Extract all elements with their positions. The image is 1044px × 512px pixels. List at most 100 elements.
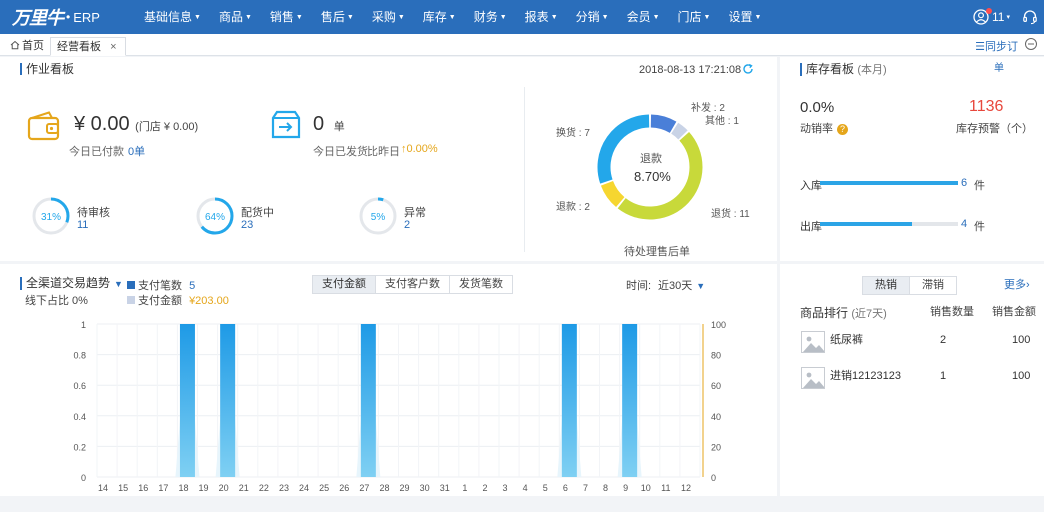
shipped-count-value: 0 bbox=[313, 113, 325, 135]
y-right-tick: 60 bbox=[711, 381, 721, 391]
tab-home[interactable]: 首页 bbox=[4, 37, 50, 56]
metric-pay-amount[interactable]: 支付金额 bbox=[313, 276, 376, 293]
user-count: 11 bbox=[992, 10, 1005, 24]
shipped-unit: 单 bbox=[333, 121, 345, 133]
tab-menu-icon[interactable] bbox=[1024, 37, 1038, 51]
ring-label: 异常 bbox=[404, 207, 426, 219]
image-placeholder-icon bbox=[801, 367, 825, 389]
bar-20[interactable] bbox=[220, 324, 236, 477]
ring-percent: 31% bbox=[41, 212, 61, 223]
nav-item-2[interactable]: 销售 ▼ bbox=[261, 0, 312, 34]
nav-item-1[interactable]: 商品 ▼ bbox=[210, 0, 261, 34]
nav-item-9[interactable]: 会员 ▼ bbox=[618, 0, 669, 34]
headset-icon[interactable] bbox=[1022, 9, 1038, 25]
nav-item-4[interactable]: 采购 ▼ bbox=[363, 0, 414, 34]
bar-27[interactable] bbox=[360, 324, 376, 477]
donut-caption: 待处理售后单 bbox=[624, 246, 690, 258]
nav-item-6[interactable]: 财务 ▼ bbox=[465, 0, 516, 34]
product-qty: 2 bbox=[940, 334, 947, 346]
ring-percent: 64% bbox=[205, 212, 225, 223]
ring-count[interactable]: 2 bbox=[404, 219, 410, 231]
col-amount: 销售金额 bbox=[992, 306, 1036, 318]
tab-slow[interactable]: 滞销 bbox=[910, 277, 956, 294]
rank-title-sub: (近7天) bbox=[851, 308, 887, 320]
legend-label: 支付笔数 bbox=[138, 280, 182, 292]
product-name[interactable]: 纸尿裤 bbox=[830, 331, 863, 347]
stock-in-fill bbox=[820, 181, 958, 185]
x-tick: 19 bbox=[199, 483, 209, 493]
x-tick: 8 bbox=[603, 483, 608, 493]
donut-center-label: 退款 bbox=[640, 153, 662, 165]
user-menu[interactable]: 11 ▾ bbox=[973, 8, 1010, 25]
donut-label-其他: 其他 : 1 bbox=[705, 116, 739, 127]
stock-board-title-text: 库存看板 bbox=[806, 62, 855, 76]
donut-label-退货: 退货 : 11 bbox=[711, 209, 750, 220]
ring-count[interactable]: 11 bbox=[77, 219, 88, 231]
stock-out-label: 出库 bbox=[800, 221, 822, 233]
time-range-select[interactable]: 近30天 ▼ bbox=[658, 277, 705, 293]
more-link[interactable]: 更多› bbox=[1004, 276, 1030, 292]
tab-home-label: 首页 bbox=[22, 40, 44, 52]
bar-18[interactable] bbox=[179, 324, 195, 477]
stock-warning-label: 库存预警（个） bbox=[956, 123, 1033, 135]
nav-item-0[interactable]: 基础信息 ▼ bbox=[135, 0, 210, 34]
trend-title[interactable]: 全渠道交易趋势 ▼ bbox=[20, 277, 123, 290]
refresh-icon[interactable] bbox=[742, 63, 754, 75]
nav-item-label: 会员 bbox=[626, 10, 651, 24]
nav-item-label: 门店 bbox=[677, 10, 702, 24]
nav-item-11[interactable]: 设置 ▼ bbox=[719, 0, 770, 34]
x-tick: 3 bbox=[503, 483, 508, 493]
nav-item-3[interactable]: 售后 ▼ bbox=[312, 0, 363, 34]
time-label: 时间: bbox=[626, 280, 652, 292]
metric-customers[interactable]: 支付客户数 bbox=[376, 276, 450, 293]
chevron-down-icon: ▼ bbox=[696, 281, 706, 291]
x-tick: 2 bbox=[482, 483, 487, 493]
work-board-panel: 作业看板 2018-08-13 17:21:08 ¥ 0.00 (门店 ¥ 0.… bbox=[0, 57, 777, 261]
close-icon[interactable]: × bbox=[110, 41, 116, 53]
chevron-down-icon: ▼ bbox=[295, 14, 303, 21]
nav-item-7[interactable]: 报表 ▼ bbox=[516, 0, 567, 34]
x-tick: 10 bbox=[641, 483, 651, 493]
x-tick: 14 bbox=[98, 483, 108, 493]
x-tick: 28 bbox=[379, 483, 389, 493]
paid-count[interactable]: 0单 bbox=[128, 143, 145, 159]
app-logo[interactable]: 万里牛 • ERP bbox=[12, 5, 100, 29]
metric-shipments[interactable]: 发货笔数 bbox=[450, 276, 512, 293]
divider bbox=[524, 87, 525, 252]
bar-6[interactable] bbox=[561, 324, 577, 477]
y-left-tick: 1 bbox=[81, 320, 86, 330]
tab-dashboard[interactable]: 经营看板 × bbox=[50, 37, 126, 56]
nav-item-label: 售后 bbox=[320, 10, 345, 24]
x-tick: 15 bbox=[118, 483, 128, 493]
sync-icon: ☰ bbox=[975, 41, 985, 53]
tab-hot[interactable]: 热销 bbox=[863, 277, 910, 294]
nav-item-5[interactable]: 库存 ▼ bbox=[414, 0, 465, 34]
product-name[interactable]: 进销12123123 bbox=[830, 367, 901, 383]
trend-title-text: 全渠道交易趋势 bbox=[26, 276, 111, 290]
help-icon[interactable]: ? bbox=[837, 124, 848, 135]
nav-item-8[interactable]: 分销 ▼ bbox=[567, 0, 618, 34]
paid-amount: ¥ 0.00 (门店 ¥ 0.00) bbox=[74, 113, 198, 136]
trade-trend-panel: 全渠道交易趋势 ▼ 线下占比 0% 支付笔数 5 支付金额 ¥203.00 支付金… bbox=[0, 264, 777, 496]
stock-board-panel: 库存看板 (本月) 单 0.0% 动销率? 1136 库存预警（个） 入库 6 … bbox=[780, 57, 1044, 261]
chevron-down-icon: ▼ bbox=[499, 14, 507, 21]
x-tick: 17 bbox=[158, 483, 168, 493]
x-tick: 12 bbox=[681, 483, 691, 493]
stock-warning-count[interactable]: 1136 bbox=[969, 98, 1003, 116]
chevron-down-icon: ▼ bbox=[244, 14, 252, 21]
nav-item-10[interactable]: 门店 ▼ bbox=[669, 0, 720, 34]
sync-orders-link[interactable]: ☰同步订 bbox=[975, 38, 1018, 54]
donut-slice-退款[interactable] bbox=[600, 180, 625, 208]
ring-label: 待审核 bbox=[77, 207, 110, 219]
bar-9[interactable] bbox=[622, 324, 638, 477]
logo-mark: 万里牛 bbox=[12, 8, 64, 29]
donut-slice-其他[interactable] bbox=[671, 122, 688, 140]
donut-slice-补发[interactable] bbox=[650, 114, 677, 133]
ring-percent: 5% bbox=[371, 212, 386, 223]
legend-label: 支付金额 bbox=[138, 295, 182, 307]
work-datetime: 2018-08-13 17:21:08 bbox=[639, 64, 742, 76]
progress-ring: 64% bbox=[196, 197, 234, 235]
ring-count[interactable]: 23 bbox=[241, 219, 253, 231]
stock-in-unit: 件 bbox=[974, 180, 985, 192]
tab-dashboard-label: 经营看板 bbox=[57, 41, 101, 53]
